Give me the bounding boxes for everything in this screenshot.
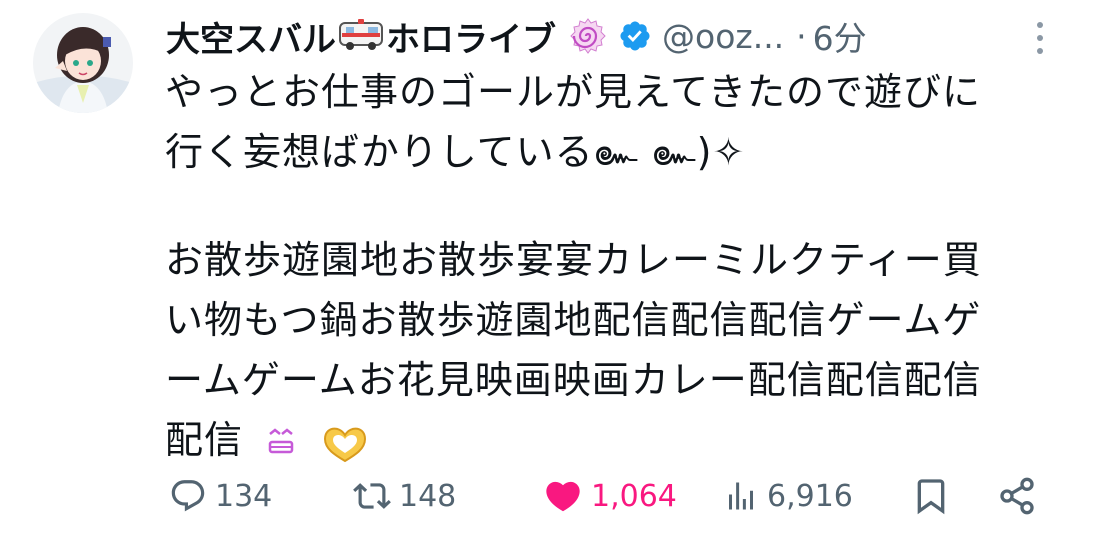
display-name-part1: 大空スバル: [166, 19, 336, 60]
retweet-count: 148: [399, 478, 457, 514]
display-name-part2: ホロライブ: [386, 19, 556, 60]
tweet-line: ームゲームお花見映画映画カレー配信配信配信: [165, 358, 982, 402]
views-button[interactable]: 6,916: [723, 477, 853, 515]
ambulance-emoji: [338, 17, 384, 51]
heart-hands-emoji: [321, 423, 369, 463]
bookmark-icon: [917, 479, 945, 515]
reply-icon: [171, 480, 205, 512]
tweet-line: やっとお仕事のゴールが見えてきたので遊びに: [165, 70, 981, 114]
retweet-icon: [353, 483, 391, 509]
tweet-line: 行く妄想ばかりしている๛ ๛)✧: [165, 130, 746, 174]
grin-emoji: [264, 427, 298, 458]
verified-badge-icon[interactable]: [618, 19, 652, 53]
tweet-line: 配信: [165, 418, 244, 462]
share-icon: [1000, 477, 1034, 515]
avatar[interactable]: [33, 13, 133, 113]
naruto-emoji: [570, 18, 606, 54]
tweet-last-line: 配信: [165, 410, 1055, 470]
separator-dot: ·: [796, 16, 807, 56]
tweet-line: お散歩遊園地お散歩宴宴カレーミルクティー買: [165, 238, 982, 282]
bookmark-button[interactable]: [911, 475, 951, 517]
like-icon: [546, 481, 580, 512]
reply-count: 134: [215, 478, 273, 514]
tweet-header: 大空スバル ホロライブ @ooz... · 6分: [166, 10, 1056, 62]
action-bar: 134 148 1,064 6,916: [165, 468, 1045, 524]
views-count: 6,916: [767, 478, 853, 514]
tweet-text: やっとお仕事のゴールが見えてきたので遊びに 行く妄想ばかりしている๛ ๛)✧ お…: [165, 62, 1055, 470]
reply-button[interactable]: 134: [169, 477, 272, 515]
more-icon[interactable]: [1036, 22, 1044, 54]
retweet-button[interactable]: 148: [353, 477, 456, 515]
display-name[interactable]: 大空スバル ホロライブ: [166, 12, 556, 61]
timestamp[interactable]: 6分: [813, 12, 867, 60]
views-icon: [729, 482, 753, 510]
handle[interactable]: @ooz...: [662, 17, 784, 56]
tweet-line: い物もつ鍋お散歩遊園地配信配信配信ゲームゲ: [165, 298, 982, 342]
share-button[interactable]: [997, 476, 1037, 516]
like-button[interactable]: 1,064: [543, 476, 677, 516]
like-count: 1,064: [591, 478, 677, 514]
